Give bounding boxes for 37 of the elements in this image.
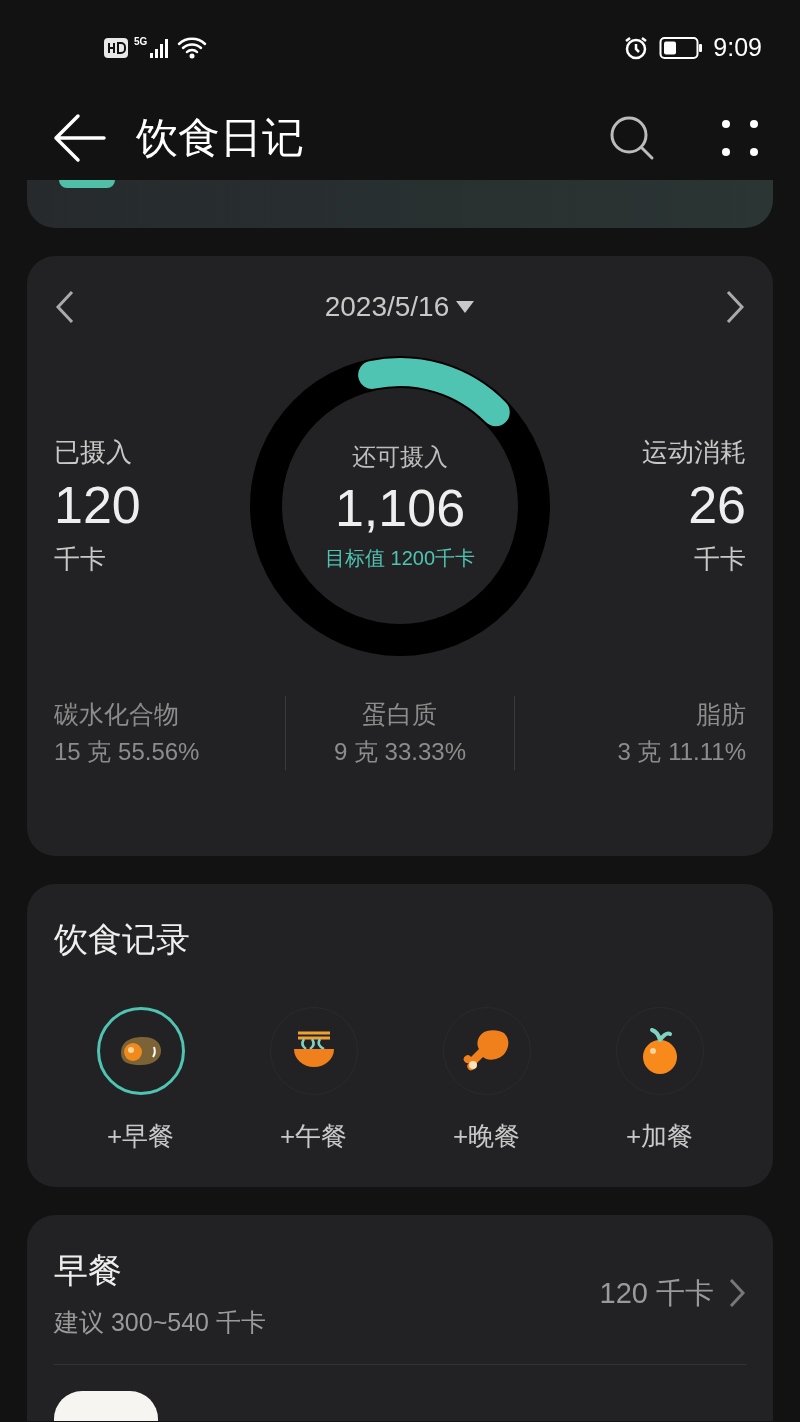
hd-icon — [104, 37, 128, 58]
banner-icon — [59, 180, 115, 188]
meal-title: 早餐 — [54, 1250, 123, 1291]
meal-total: 120 千卡 — [599, 1275, 714, 1311]
more-icon[interactable] — [722, 119, 758, 156]
chevron-right-icon[interactable] — [728, 1277, 746, 1310]
back-icon[interactable] — [52, 111, 108, 164]
macro-name: 碳水化合物 — [54, 699, 179, 730]
goal-text: 目标值 1200千卡 — [324, 545, 476, 571]
stat-value: 120 — [54, 475, 141, 537]
meal-add-button[interactable]: +午餐 — [227, 1007, 400, 1156]
stat-value: 26 — [688, 475, 746, 537]
previous-icon[interactable] — [54, 289, 76, 325]
page-title: 饮食日记 — [136, 116, 305, 159]
macro-amount: 3 克 11.11% — [617, 736, 746, 767]
macro-amount: 9 克 33.33% — [333, 736, 467, 767]
remaining-value: 1,106 — [334, 478, 466, 540]
date-selector[interactable]: 2023/5/16 — [324, 286, 476, 328]
macro-name: 蛋白质 — [362, 699, 438, 730]
meal-suggestion: 建议 300~540 千卡 — [54, 1307, 266, 1338]
meal-add-button[interactable]: +早餐 — [54, 1007, 227, 1156]
dropdown-icon — [455, 300, 476, 314]
section-title: 饮食记录 — [54, 919, 191, 960]
macro-amount: 15 克 55.56% — [54, 736, 200, 767]
macro-name: 脂肪 — [696, 699, 746, 730]
meal-add-button[interactable]: +加餐 — [573, 1007, 746, 1156]
battery-icon — [659, 35, 704, 60]
network-type: 5G — [134, 36, 148, 47]
stat-label: 已摄入 — [54, 436, 132, 470]
status-time: 9:09 — [713, 31, 762, 63]
remaining-label: 还可摄入 — [352, 442, 448, 473]
stat-unit: 千卡 — [54, 542, 106, 576]
stat-label: 运动消耗 — [642, 436, 746, 470]
next-icon[interactable] — [724, 289, 746, 325]
wifi-icon — [177, 35, 208, 60]
meal-add-button[interactable]: +晚餐 — [400, 1007, 573, 1156]
stat-unit: 千卡 — [694, 542, 746, 576]
